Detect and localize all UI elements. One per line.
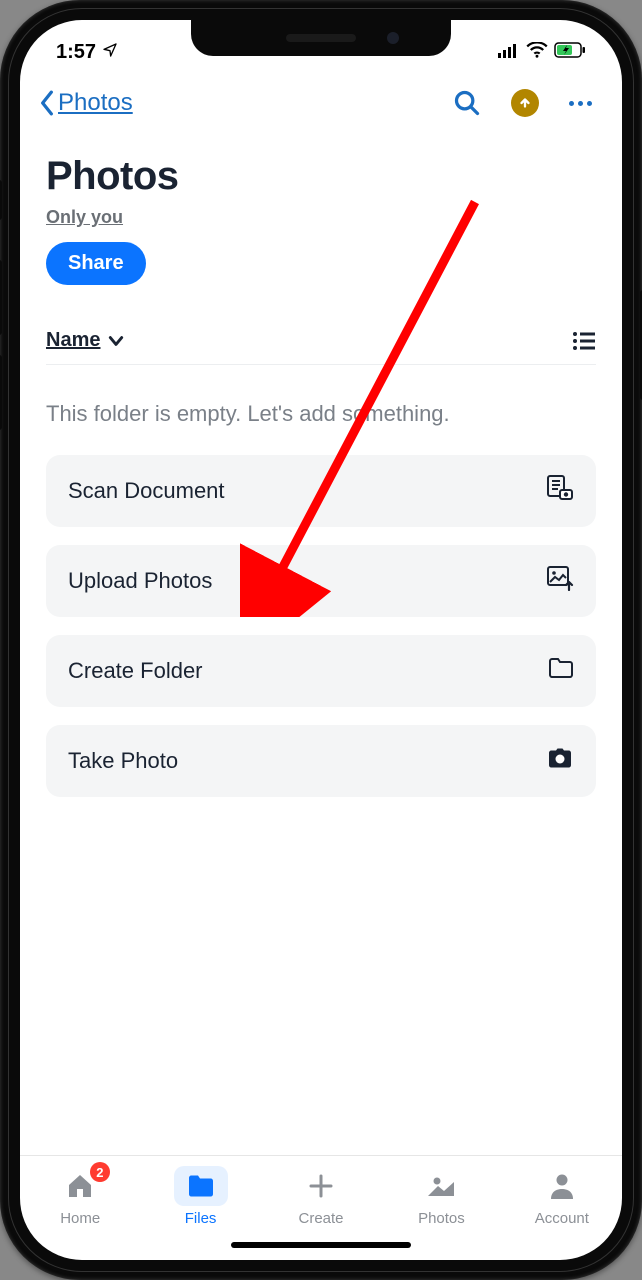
more-icon bbox=[569, 101, 592, 106]
folder-icon bbox=[548, 657, 574, 685]
scan-document-icon bbox=[546, 475, 574, 507]
action-upload-photos[interactable]: Upload Photos bbox=[46, 545, 596, 617]
content-area: Photos Only you Share Name This folder i… bbox=[20, 132, 622, 1155]
notification-badge: 2 bbox=[90, 1162, 110, 1182]
tab-label: Photos bbox=[418, 1210, 465, 1227]
tab-home[interactable]: 2 Home bbox=[20, 1166, 140, 1227]
action-create-folder[interactable]: Create Folder bbox=[46, 635, 596, 707]
tab-label: Account bbox=[535, 1210, 589, 1227]
plus-icon bbox=[307, 1172, 335, 1200]
tab-label: Home bbox=[60, 1210, 100, 1227]
back-label: Photos bbox=[58, 89, 133, 117]
upload-photos-icon bbox=[546, 565, 574, 597]
sort-label: Name bbox=[46, 329, 100, 352]
camera-icon bbox=[546, 747, 574, 775]
list-view-icon bbox=[572, 331, 596, 351]
search-button[interactable] bbox=[453, 89, 481, 117]
status-time: 1:57 bbox=[56, 41, 96, 64]
view-toggle-button[interactable] bbox=[572, 331, 596, 351]
tab-label: Create bbox=[299, 1210, 344, 1227]
home-indicator[interactable] bbox=[231, 1242, 411, 1248]
nav-bar: Photos bbox=[20, 74, 622, 132]
tab-create[interactable]: Create bbox=[261, 1166, 381, 1227]
cell-signal-icon bbox=[498, 41, 520, 64]
search-icon bbox=[453, 89, 481, 117]
action-take-photo[interactable]: Take Photo bbox=[46, 725, 596, 797]
access-info[interactable]: Only you bbox=[46, 207, 596, 228]
chevron-left-icon bbox=[38, 90, 56, 116]
battery-icon bbox=[554, 41, 586, 64]
action-scan-document[interactable]: Scan Document bbox=[46, 455, 596, 527]
action-label: Take Photo bbox=[68, 748, 178, 774]
page-title: Photos bbox=[46, 154, 596, 199]
folder-icon bbox=[186, 1173, 216, 1199]
empty-state-text: This folder is empty. Let's add somethin… bbox=[46, 401, 596, 427]
upgrade-badge[interactable] bbox=[511, 89, 539, 117]
action-label: Upload Photos bbox=[68, 568, 212, 594]
location-icon bbox=[102, 41, 118, 64]
more-button[interactable] bbox=[569, 101, 592, 106]
action-label: Create Folder bbox=[68, 658, 203, 684]
sort-button[interactable]: Name bbox=[46, 329, 124, 352]
back-button[interactable]: Photos bbox=[38, 89, 133, 117]
tab-account[interactable]: Account bbox=[502, 1166, 622, 1227]
tab-files[interactable]: Files bbox=[140, 1166, 260, 1227]
chevron-down-icon bbox=[108, 335, 124, 347]
action-label: Scan Document bbox=[68, 478, 225, 504]
photos-icon bbox=[426, 1174, 456, 1198]
tab-photos[interactable]: Photos bbox=[381, 1166, 501, 1227]
tab-label: Files bbox=[185, 1210, 217, 1227]
account-icon bbox=[549, 1172, 575, 1200]
wifi-icon bbox=[526, 41, 548, 64]
arrow-up-circle-icon bbox=[518, 96, 532, 110]
share-button[interactable]: Share bbox=[46, 242, 146, 285]
